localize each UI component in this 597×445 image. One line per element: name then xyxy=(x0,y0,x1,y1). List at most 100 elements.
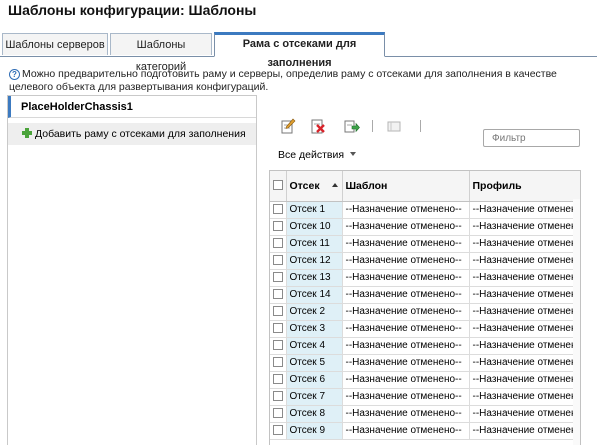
table-row[interactable]: Отсек 8 --Назначение отменено-- --Назначен… xyxy=(270,405,580,423)
row-select-cell xyxy=(270,286,287,304)
template-cell: --Назначение отменено-- xyxy=(342,252,470,270)
row-checkbox[interactable] xyxy=(273,424,283,435)
table-row[interactable]: Отсек 11 --Назначение отменено-- --Назначе… xyxy=(270,235,580,253)
table-row[interactable]: Отсек 10 --Назначение отменено-- --Назначе… xyxy=(270,218,580,236)
bay-cell: Отсек 9 xyxy=(286,422,343,440)
bay-cell: Отсек 3 xyxy=(286,320,343,338)
template-cell: --Назначение отменено-- xyxy=(342,388,470,406)
row-checkbox[interactable] xyxy=(273,220,283,231)
table-row[interactable]: Отсек 13 --Назначение отменено-- --Назначе… xyxy=(270,269,580,287)
tab-placeholder-chassis[interactable]: Рама с отсеками для заполнения xyxy=(214,32,385,69)
bay-cell: Отсек 12 xyxy=(286,252,343,270)
unassign-icon[interactable] xyxy=(386,118,402,134)
row-checkbox[interactable] xyxy=(273,271,283,282)
profile-cell: --Назначение отменено-- xyxy=(469,286,580,304)
filter-input[interactable] xyxy=(483,129,580,147)
bay-cell: Отсек 7 xyxy=(286,388,343,406)
row-select-cell xyxy=(270,252,287,270)
vertical-scrollbar[interactable] xyxy=(573,199,580,445)
info-text: Можно предварительно подготовить раму и … xyxy=(9,68,557,93)
row-select-cell xyxy=(270,320,287,338)
template-cell: --Назначение отменено-- xyxy=(342,235,470,253)
chevron-down-icon xyxy=(350,152,357,156)
table-row[interactable]: Отсек 1 --Назначение отменено-- --Назначен… xyxy=(270,201,580,219)
tab-category-templates[interactable]: Шаблоны категорий xyxy=(110,33,212,73)
profile-cell: --Назначение отменено-- xyxy=(469,388,580,406)
row-checkbox[interactable] xyxy=(273,373,283,384)
row-checkbox[interactable] xyxy=(273,254,283,265)
chassis-list-panel: PlaceHolderChassis1 Добавить раму с отсе… xyxy=(7,95,257,445)
profile-cell: --Назначение отменено-- xyxy=(469,320,580,338)
table-row[interactable]: Отсек 3 --Назначение отменено-- --Назначен… xyxy=(270,320,580,338)
column-header-profile[interactable]: Профиль xyxy=(469,171,580,202)
bay-cell: Отсек 8 xyxy=(286,405,343,423)
bays-table: Отсек Шаблон Профиль Отсек 1 --Назначение… xyxy=(269,170,581,445)
row-select-cell xyxy=(270,371,287,389)
column-header-bay[interactable]: Отсек xyxy=(286,171,343,202)
table-row[interactable]: Отсек 7 --Назначение отменено-- --Назначен… xyxy=(270,388,580,406)
bay-cell: Отсек 11 xyxy=(286,235,343,253)
row-checkbox[interactable] xyxy=(273,288,283,299)
info-message: ? Можно предварительно подготовить раму и… xyxy=(9,68,589,94)
table-header-row: Отсек Шаблон Профиль xyxy=(270,171,580,202)
row-checkbox[interactable] xyxy=(273,390,283,401)
profile-cell: --Назначение отменено-- xyxy=(469,269,580,287)
row-select-cell xyxy=(270,235,287,253)
tab-bar: Шаблоны серверов Шаблоны категорий Рама … xyxy=(0,32,597,73)
row-select-cell xyxy=(270,405,287,423)
add-chassis-button[interactable]: Добавить раму с отсеками для заполнения xyxy=(8,123,256,145)
table-row[interactable]: Отсек 9 --Назначение отменено-- --Назначен… xyxy=(270,422,580,440)
profile-cell: --Назначение отменено-- xyxy=(469,218,580,236)
deploy-icon[interactable] xyxy=(344,118,360,134)
row-checkbox[interactable] xyxy=(273,237,283,248)
row-checkbox[interactable] xyxy=(273,356,283,367)
table-row[interactable]: Отсек 4 --Назначение отменено-- --Назначен… xyxy=(270,337,580,355)
bay-cell: Отсек 4 xyxy=(286,337,343,355)
row-checkbox[interactable] xyxy=(273,322,283,333)
row-select-cell xyxy=(270,201,287,219)
delete-icon[interactable] xyxy=(310,118,326,134)
template-cell: --Назначение отменено-- xyxy=(342,354,470,372)
plus-icon xyxy=(22,128,32,138)
template-cell: --Назначение отменено-- xyxy=(342,337,470,355)
row-checkbox[interactable] xyxy=(273,305,283,316)
template-cell: --Назначение отменено-- xyxy=(342,303,470,321)
template-cell: --Назначение отменено-- xyxy=(342,371,470,389)
table-row[interactable]: Отсек 14 --Назначение отменено-- --Назначе… xyxy=(270,286,580,304)
table-row[interactable]: Отсек 6 --Назначение отменено-- --Назначен… xyxy=(270,371,580,389)
row-select-cell xyxy=(270,303,287,321)
profile-cell: --Назначение отменено-- xyxy=(469,252,580,270)
bay-cell: Отсек 5 xyxy=(286,354,343,372)
toolbar-separator xyxy=(420,120,421,132)
profile-cell: --Назначение отменено-- xyxy=(469,337,580,355)
row-checkbox[interactable] xyxy=(273,203,283,214)
row-select-cell xyxy=(270,422,287,440)
table-row[interactable]: Отсек 12 --Назначение отменено-- --Назначе… xyxy=(270,252,580,270)
edit-icon[interactable] xyxy=(280,118,296,134)
template-cell: --Назначение отменено-- xyxy=(342,286,470,304)
template-cell: --Назначение отменено-- xyxy=(342,201,470,219)
all-actions-label: Все действия xyxy=(278,149,345,161)
tab-server-templates[interactable]: Шаблоны серверов xyxy=(2,33,108,55)
row-select-cell xyxy=(270,218,287,236)
bay-cell: Отсек 13 xyxy=(286,269,343,287)
toolbar-separator xyxy=(372,120,373,132)
profile-cell: --Назначение отменено-- xyxy=(469,201,580,219)
table-row[interactable]: Отсек 5 --Назначение отменено-- --Назначен… xyxy=(270,354,580,372)
all-actions-dropdown[interactable]: Все действия xyxy=(278,149,357,161)
template-cell: --Назначение отменено-- xyxy=(342,422,470,440)
select-all-checkbox[interactable] xyxy=(273,179,283,190)
row-select-cell xyxy=(270,388,287,406)
profile-cell: --Назначение отменено-- xyxy=(469,405,580,423)
row-checkbox[interactable] xyxy=(273,407,283,418)
table-row[interactable]: Отсек 2 --Назначение отменено-- --Назначен… xyxy=(270,303,580,321)
row-checkbox[interactable] xyxy=(273,339,283,350)
bay-cell: Отсек 10 xyxy=(286,218,343,236)
chassis-item[interactable]: PlaceHolderChassis1 xyxy=(8,96,256,118)
column-header-template[interactable]: Шаблон xyxy=(342,171,470,202)
row-select-cell xyxy=(270,354,287,372)
profile-cell: --Назначение отменено-- xyxy=(469,422,580,440)
page-title: Шаблоны конфигурации: Шаблоны xyxy=(8,2,257,18)
add-chassis-label: Добавить раму с отсеками для заполнения xyxy=(35,128,246,140)
sort-ascending-icon xyxy=(331,182,338,187)
